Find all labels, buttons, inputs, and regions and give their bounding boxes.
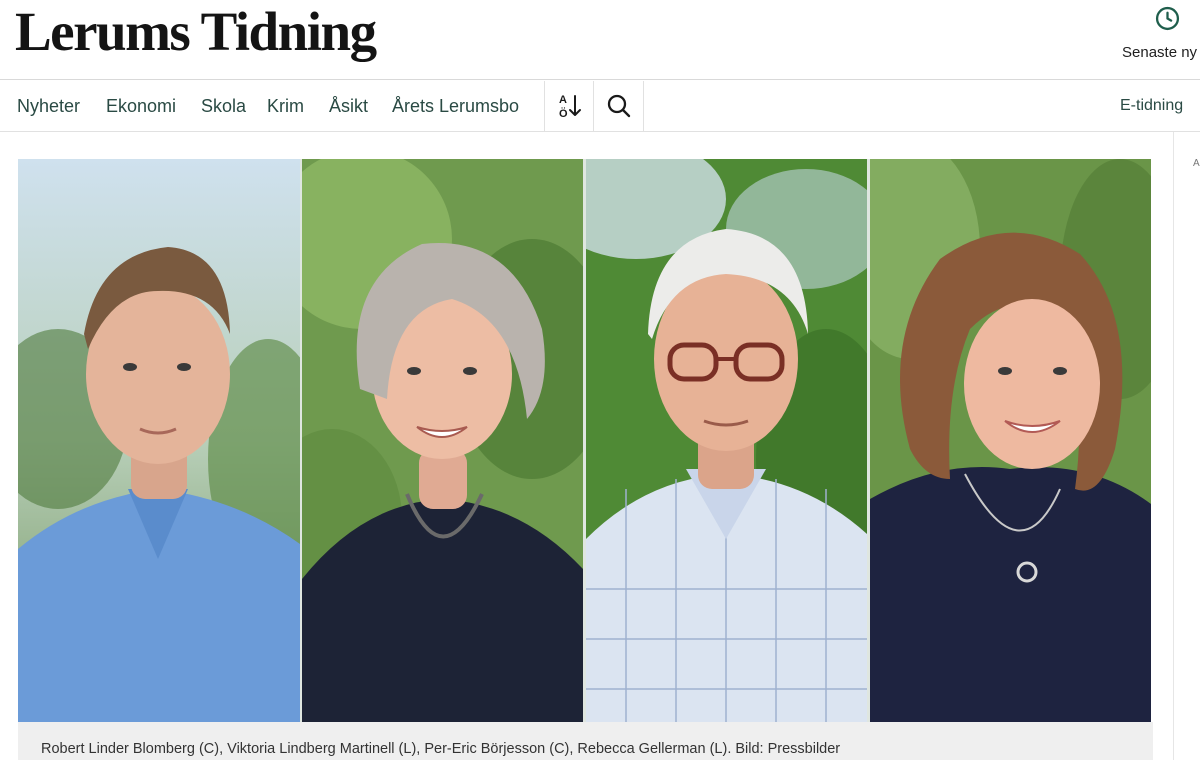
portrait-image [302, 159, 583, 722]
portrait-image [586, 159, 867, 722]
right-rail-divider [1173, 132, 1174, 760]
masthead: Lerums Tidning Senaste ny [0, 0, 1200, 80]
nav-item-asikt[interactable]: Åsikt [329, 96, 368, 117]
latest-news-label: Senaste ny [1122, 44, 1198, 61]
e-tidning-link[interactable]: E-tidning [1120, 97, 1183, 115]
nav-divider [643, 81, 644, 131]
site-logo[interactable]: Lerums Tidning [15, 2, 377, 62]
portrait-image [870, 159, 1151, 722]
sort-alpha-button[interactable]: A Ö [545, 81, 593, 131]
image-caption: Robert Linder Blomberg (C), Viktoria Lin… [41, 741, 841, 757]
latest-news-button[interactable]: Senaste ny [1112, 5, 1200, 65]
search-button[interactable] [594, 81, 643, 131]
nav-item-skola[interactable]: Skola [201, 96, 246, 117]
rail-mark: A [1193, 158, 1200, 169]
clock-icon [1155, 6, 1180, 31]
search-icon [607, 94, 630, 118]
portrait-image [18, 159, 300, 722]
nav-item-krim[interactable]: Krim [267, 96, 304, 117]
nav-item-ekonomi[interactable]: Ekonomi [106, 96, 176, 117]
sort-glyph-bottom: Ö [559, 107, 568, 120]
image-caption-bar: Robert Linder Blomberg (C), Viktoria Lin… [18, 722, 1153, 760]
sort-alpha-icon: A Ö [559, 94, 581, 120]
article-hero-image[interactable] [18, 159, 1151, 722]
main-nav: Nyheter Ekonomi Skola Krim Åsikt Årets L… [0, 81, 1200, 132]
sort-glyph-top: A [559, 94, 567, 106]
nav-item-nyheter[interactable]: Nyheter [17, 96, 80, 117]
nav-item-arets-lerumsbo[interactable]: Årets Lerumsbo [392, 96, 519, 117]
